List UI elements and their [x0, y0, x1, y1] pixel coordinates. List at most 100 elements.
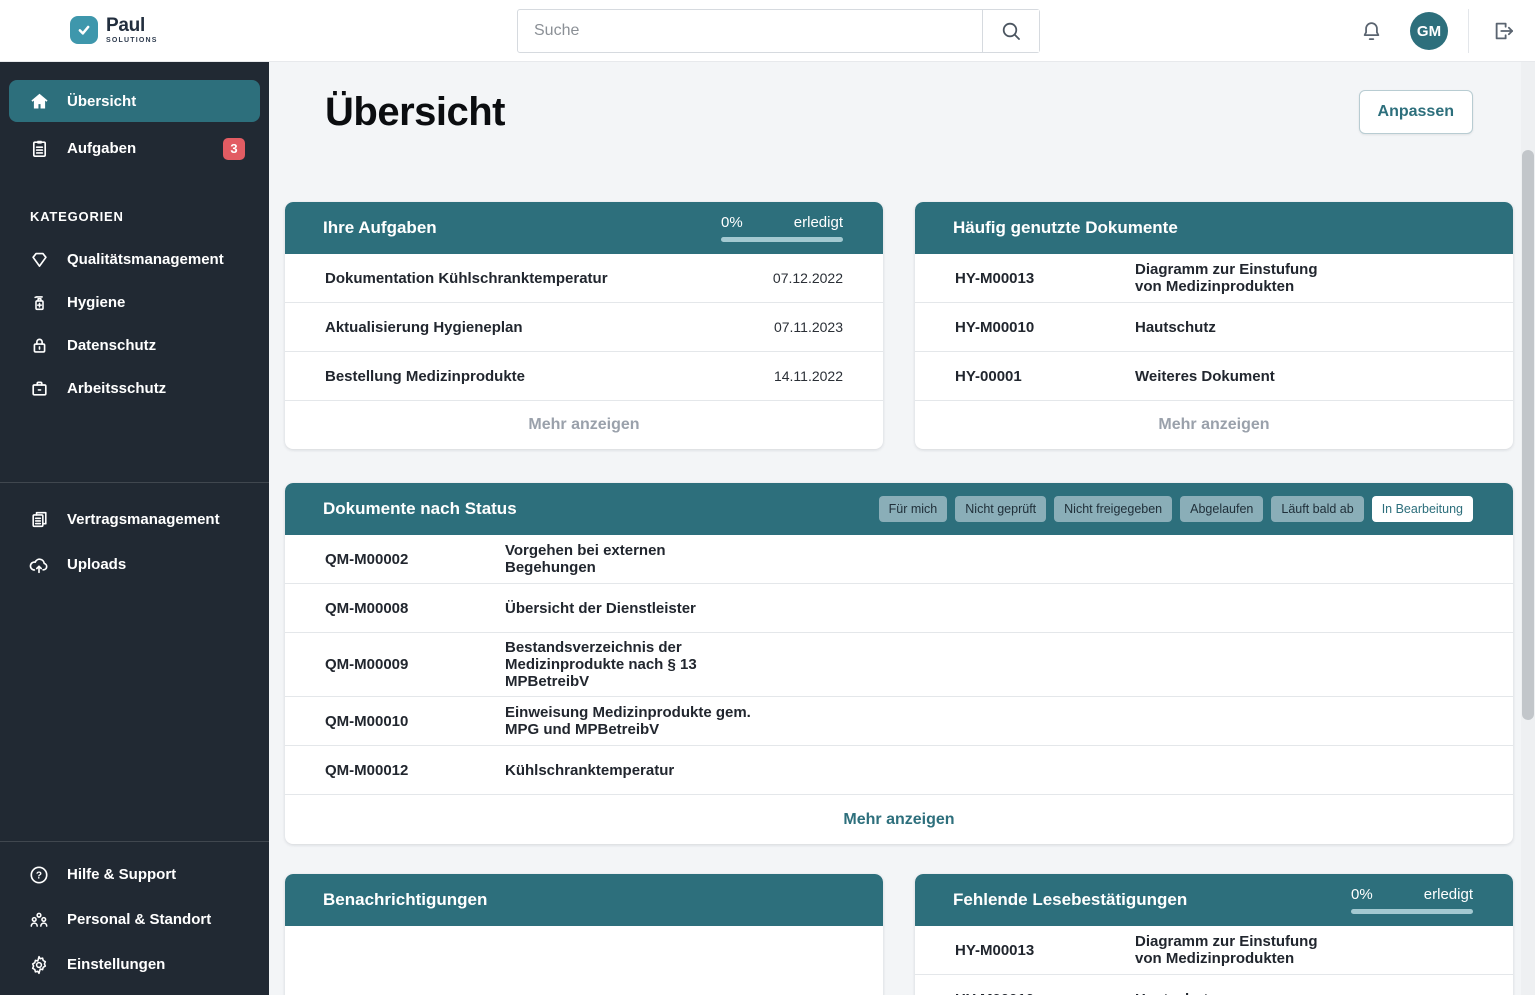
sidebar-item-personal-standort[interactable]: Personal & Standort — [0, 897, 269, 942]
filter-chip-nicht-geprueft[interactable]: Nicht geprüft — [955, 496, 1047, 522]
sidebar-item-hygiene[interactable]: Hygiene — [0, 281, 269, 324]
bell-icon — [1359, 19, 1384, 44]
sidebar-item-label: Einstellungen — [67, 956, 166, 973]
card-fehlende-lesebestaetigungen: Fehlende Lesebestätigungen 0% erledigt H… — [915, 874, 1513, 995]
anpassen-button[interactable]: Anpassen — [1358, 90, 1473, 134]
card-ihre-aufgaben: Ihre Aufgaben 0% erledigt Dokumentation … — [285, 202, 883, 449]
tasks-count-badge: 3 — [223, 137, 245, 160]
document-row[interactable]: QM-M00010 Einweisung Medizinprodukte gem… — [285, 697, 1513, 746]
filter-chip-nicht-freigegeben[interactable]: Nicht freigegeben — [1054, 496, 1173, 522]
document-row[interactable]: HY-M00013 Diagramm zur Einstufung von Me… — [915, 254, 1513, 303]
sidebar-item-label: Personal & Standort — [67, 911, 212, 928]
svg-text:?: ? — [36, 870, 42, 881]
card-title: Benachrichtigungen — [323, 890, 488, 909]
progress-percent: 0% — [721, 214, 743, 231]
document-row[interactable]: HY-M00013 Diagramm zur Einstufung von Me… — [915, 926, 1513, 975]
sidebar-item-vertragsmanagement[interactable]: Vertragsmanagement — [0, 497, 269, 542]
sidebar-item-label: Übersicht — [67, 92, 137, 110]
top-bar: Paul SOLUTIONS GM — [0, 0, 1535, 62]
sidebar-item-uebersicht[interactable]: Übersicht — [9, 80, 260, 122]
card-benachrichtigungen: Benachrichtigungen — [285, 874, 883, 995]
home-icon — [28, 90, 50, 112]
people-icon — [28, 909, 50, 931]
document-row[interactable]: QM-M00009 Bestandsverzeichnis der Medizi… — [285, 633, 1513, 697]
sidebar-item-label: Aufgaben — [67, 140, 137, 157]
sidebar-item-label: Datenschutz — [67, 337, 157, 354]
sidebar-item-label: Arbeitsschutz — [67, 380, 167, 397]
card-haeufig-genutzte-dokumente: Häufig genutzte Dokumente HY-M00013 Diag… — [915, 202, 1513, 449]
card-dokumente-nach-status: Dokumente nach Status Für mich Nicht gep… — [285, 483, 1513, 844]
filter-chip-abgelaufen[interactable]: Abgelaufen — [1180, 496, 1264, 522]
task-due-date: 07.11.2023 — [773, 319, 843, 335]
sidebar-item-label: Uploads — [67, 556, 127, 573]
search-input[interactable] — [518, 10, 982, 52]
logout-button[interactable] — [1481, 8, 1527, 54]
sidebar-item-arbeitsschutz[interactable]: Arbeitsschutz — [0, 367, 269, 410]
document-row[interactable]: HY-M00010 Hautschutz — [915, 975, 1513, 995]
sidebar-item-datenschutz[interactable]: Datenschutz — [0, 324, 269, 367]
topbar-divider — [1468, 9, 1469, 53]
topbar-actions: GM — [1348, 0, 1527, 62]
document-row[interactable]: HY-00001 Weiteres Dokument — [915, 352, 1513, 401]
page-scrollbar-thumb[interactable] — [1522, 150, 1534, 720]
task-row[interactable]: Dokumentation Kühlschranktemperatur 07.1… — [285, 254, 883, 303]
confirmations-progress: 0% erledigt — [1351, 886, 1473, 914]
filter-chip-fuer-mich[interactable]: Für mich — [878, 496, 948, 522]
document-row[interactable]: QM-M00012 Kühlschranktemperatur — [285, 746, 1513, 795]
document-row[interactable]: HY-M00010 Hautschutz — [915, 303, 1513, 352]
search-bar — [517, 9, 1040, 53]
task-due-date: 07.12.2022 — [772, 270, 843, 286]
sidebar-item-label: Vertragsmanagement — [67, 511, 220, 528]
lock-icon — [28, 335, 50, 357]
app-logo[interactable]: Paul SOLUTIONS — [70, 16, 158, 44]
card-title: Fehlende Lesebestätigungen — [953, 890, 1188, 909]
documents-icon — [28, 509, 50, 531]
logo-brand: Paul — [106, 15, 145, 36]
card-title: Ihre Aufgaben — [323, 218, 437, 237]
sidebar-item-label: Hilfe & Support — [67, 866, 177, 883]
filter-chip-in-bearbeitung[interactable]: In Bearbeitung — [1371, 496, 1473, 522]
gem-icon — [28, 249, 50, 271]
filter-chip-laeuft-bald-ab[interactable]: Läuft bald ab — [1271, 496, 1364, 522]
user-avatar[interactable]: GM — [1410, 12, 1448, 50]
sidebar-item-uploads[interactable]: Uploads — [0, 542, 269, 587]
status-filter-chips: Für mich Nicht geprüft Nicht freigegeben… — [878, 496, 1473, 522]
toolbox-icon — [28, 378, 50, 400]
document-row[interactable]: QM-M00008 Übersicht der Dienstleister — [285, 584, 1513, 633]
mehr-anzeigen-link[interactable]: Mehr anzeigen — [915, 401, 1513, 449]
mehr-anzeigen-link[interactable]: Mehr anzeigen — [285, 795, 1513, 844]
sidebar-section-kategorien: KATEGORIEN — [30, 209, 124, 224]
card-title: Dokumente nach Status — [323, 499, 517, 518]
sidebar-item-aufgaben[interactable]: Aufgaben 3 — [0, 126, 269, 171]
progress-label: erledigt — [1423, 886, 1473, 903]
sidebar-item-label: Hygiene — [67, 294, 126, 311]
page-scrollbar-track[interactable] — [1521, 62, 1535, 995]
document-row[interactable]: QM-M00002 Vorgehen bei externen Begehung… — [285, 535, 1513, 584]
help-circle-icon: ? — [28, 864, 50, 886]
card-title: Häufig genutzte Dokumente — [953, 218, 1178, 237]
notifications-button[interactable] — [1348, 8, 1394, 54]
task-row[interactable]: Bestellung Medizinprodukte 14.11.2022 — [285, 352, 883, 401]
sidebar-item-einstellungen[interactable]: Einstellungen — [0, 942, 269, 987]
logout-icon — [1491, 18, 1517, 44]
gear-icon — [28, 954, 50, 976]
mehr-anzeigen-link[interactable]: Mehr anzeigen — [285, 401, 883, 449]
main-content: Übersicht Anpassen Ihre Aufgaben 0% erle… — [269, 62, 1535, 995]
sanitizer-icon — [28, 292, 50, 314]
logo-subtitle: SOLUTIONS — [106, 37, 158, 44]
task-row[interactable]: Aktualisierung Hygieneplan 07.11.2023 — [285, 303, 883, 352]
page-title: Übersicht — [325, 89, 506, 134]
tasks-progress: 0% erledigt — [721, 214, 843, 242]
clipboard-icon — [28, 138, 50, 160]
progress-percent: 0% — [1351, 886, 1373, 903]
cloud-upload-icon — [28, 554, 50, 576]
search-button[interactable] — [982, 10, 1039, 52]
sidebar: Übersicht Aufgaben 3 KATEGORIEN Qualität… — [0, 62, 269, 995]
sidebar-item-hilfe-support[interactable]: ? Hilfe & Support — [0, 852, 269, 897]
sidebar-divider — [0, 482, 269, 483]
sidebar-item-label: Qualitätsmanagement — [67, 251, 224, 268]
logo-check-icon — [70, 16, 98, 44]
progress-label: erledigt — [793, 214, 843, 231]
task-due-date: 14.11.2022 — [773, 368, 843, 384]
sidebar-item-qualitaetsmanagement[interactable]: Qualitätsmanagement — [0, 238, 269, 281]
